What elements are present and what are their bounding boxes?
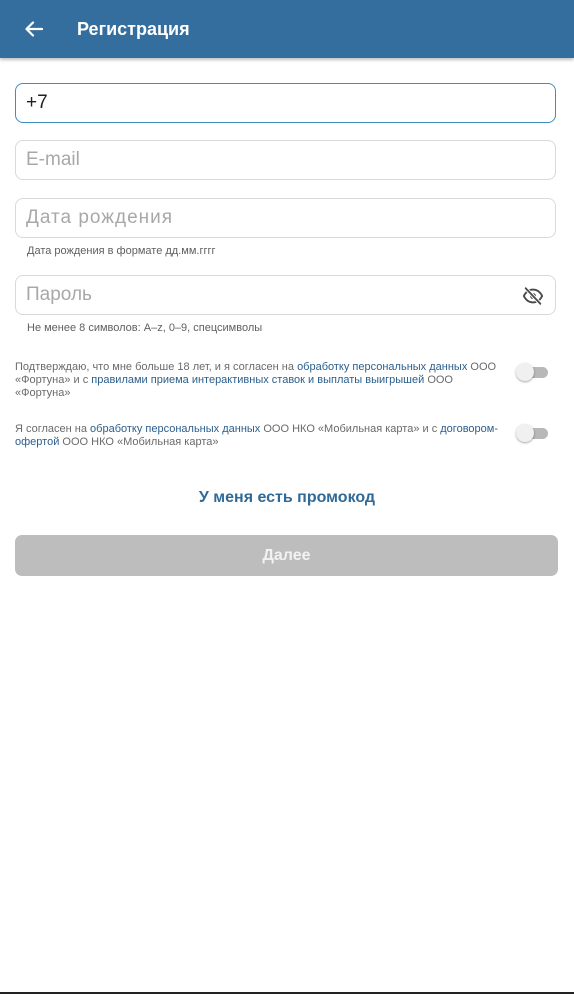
promo-code-link[interactable]: У меня есть промокод	[0, 488, 574, 508]
toggle-thumb	[516, 424, 534, 442]
back-button[interactable]	[18, 14, 50, 44]
birthdate-input[interactable]	[26, 199, 516, 237]
email-input[interactable]	[26, 141, 516, 179]
consent-text-age: Подтверждаю, что мне больше 18 лет, и я …	[15, 361, 505, 400]
password-input[interactable]	[26, 276, 516, 314]
consent-text: ООО НКО «Мобильная карта»	[59, 436, 219, 448]
eye-off-icon	[522, 286, 544, 306]
birthdate-hint: Дата рождения в формате дд.мм.гггг	[27, 245, 216, 257]
toggle-thumb	[516, 363, 534, 381]
next-button[interactable]: Далее	[15, 535, 558, 576]
password-field-container	[15, 275, 556, 315]
password-visibility-toggle[interactable]	[522, 285, 544, 307]
consent-text: Подтверждаю, что мне больше 18 лет, и я …	[15, 361, 298, 373]
consent-card-toggle[interactable]	[516, 424, 550, 442]
email-field-container	[15, 140, 556, 180]
consent-age-toggle[interactable]	[516, 363, 550, 381]
phone-input[interactable]	[26, 84, 516, 122]
personal-data-link[interactable]: обработку персональных данных	[90, 423, 260, 435]
password-hint: Не менее 8 символов: A–z, 0–9, спецсимво…	[27, 322, 263, 334]
page-title: Регистрация	[77, 19, 190, 39]
app-bar: Регистрация	[0, 0, 574, 58]
consent-text: Я согласен на	[15, 423, 91, 435]
birthdate-field-container	[15, 198, 556, 238]
phone-field-container	[15, 83, 556, 123]
consent-text-card: Я согласен на обработку персональных дан…	[15, 423, 505, 449]
personal-data-link[interactable]: обработку персональных данных	[297, 361, 467, 373]
arrow-left-icon	[25, 21, 43, 37]
betting-rules-link[interactable]: правилами приема интерактивных ставок и …	[91, 374, 424, 386]
consent-text: ООО НКО «Мобильная карта» и с	[260, 423, 441, 435]
